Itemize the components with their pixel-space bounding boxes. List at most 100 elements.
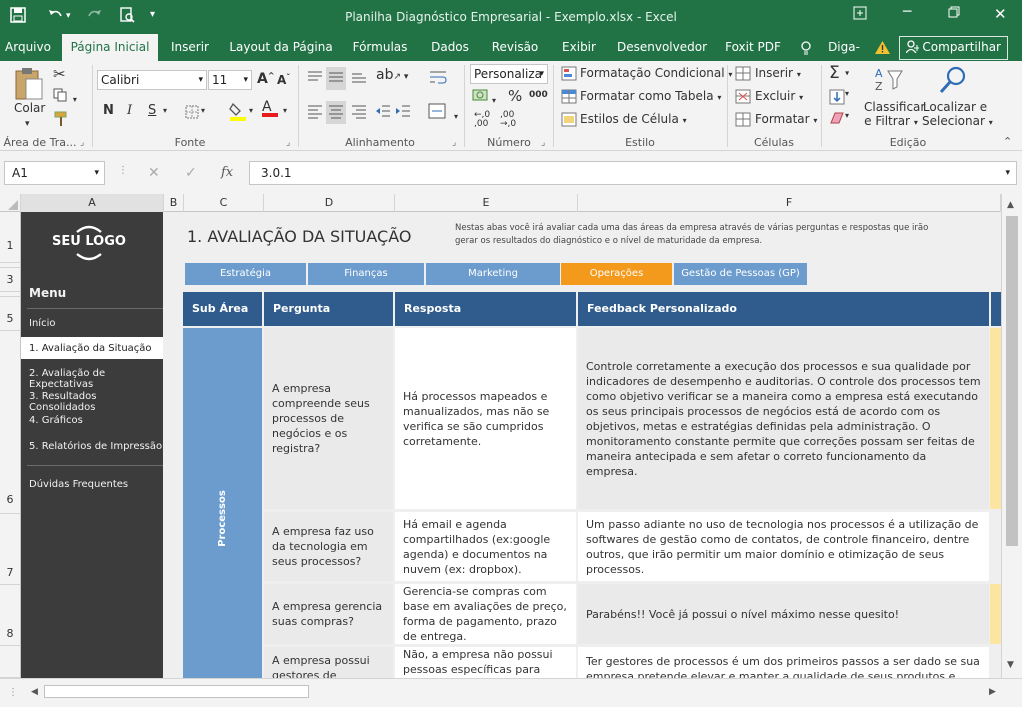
underline-dropdown-icon[interactable]: ▾: [163, 106, 167, 115]
tab-arquivo[interactable]: Arquivo: [0, 34, 56, 61]
column-header-c[interactable]: C: [184, 194, 264, 212]
column-header-a[interactable]: A: [21, 194, 164, 212]
tab-formulas[interactable]: Fórmulas: [346, 34, 414, 61]
row-header[interactable]: [0, 646, 21, 678]
select-all-corner[interactable]: [0, 194, 21, 212]
menu-item-avaliacao-situacao[interactable]: 1. Avaliação da Situação: [29, 343, 152, 354]
accounting-format-icon[interactable]: ▾: [472, 87, 496, 106]
row-header[interactable]: 5: [0, 297, 21, 331]
format-painter-icon[interactable]: [53, 111, 69, 130]
italic-button[interactable]: I: [127, 103, 132, 118]
font-launcher-icon[interactable]: ⌟: [286, 138, 290, 148]
sub-area-cell[interactable]: Processos: [183, 328, 262, 678]
cut-icon[interactable]: ✂: [53, 65, 66, 83]
vertical-scrollbar[interactable]: ▲ ▼: [1001, 194, 1022, 678]
scroll-left-icon[interactable]: ◀: [31, 687, 38, 697]
conditional-format-button[interactable]: Formatação Condicional ▾: [580, 66, 732, 80]
format-cells-icon[interactable]: [735, 112, 751, 130]
row-header[interactable]: 6: [0, 331, 21, 514]
find-select-icon[interactable]: [938, 65, 968, 98]
copy-icon[interactable]: ▾: [53, 88, 77, 105]
column-header-b[interactable]: B: [164, 194, 184, 212]
align-center-icon[interactable]: [326, 101, 346, 124]
number-format-select[interactable]: Personaliza ▾: [470, 64, 548, 84]
pergunta-cell[interactable]: A empresa gerencia suas compras?: [264, 584, 393, 644]
underline-button[interactable]: S: [148, 103, 156, 118]
conditional-format-icon[interactable]: [561, 66, 577, 84]
menu-item-graficos[interactable]: 4. Gráficos: [29, 415, 83, 426]
feedback-cell[interactable]: Ter gestores de processos é um dos prime…: [578, 647, 989, 678]
format-table-button[interactable]: Formatar como Tabela ▾: [580, 89, 721, 103]
orientation-icon[interactable]: ab↗ ▾: [376, 67, 408, 83]
percent-button[interactable]: %: [508, 87, 522, 105]
tab-marketing[interactable]: Marketing: [426, 263, 560, 285]
menu-item-inicio[interactable]: Início: [29, 318, 55, 329]
tab-dados[interactable]: Dados: [424, 34, 476, 61]
fill-icon[interactable]: ▾: [829, 89, 849, 108]
tab-financas[interactable]: Finanças: [308, 263, 424, 285]
expand-formula-icon[interactable]: ▾: [1005, 162, 1010, 185]
align-middle-icon[interactable]: [326, 67, 346, 90]
row-header[interactable]: 7: [0, 514, 21, 585]
align-top-icon[interactable]: [306, 69, 324, 88]
pergunta-cell[interactable]: A empresa compreende seus processos de n…: [264, 328, 393, 509]
thousands-button[interactable]: 000: [529, 90, 548, 100]
resposta-cell[interactable]: Há email e agenda compartilhados (ex:goo…: [395, 512, 576, 581]
font-color-icon[interactable]: A: [262, 99, 278, 117]
fill-color-icon[interactable]: [229, 101, 247, 124]
format-table-icon[interactable]: [561, 89, 577, 107]
tab-revisao[interactable]: Revisão: [486, 34, 544, 61]
find-select-button[interactable]: Localizar e Selecionar ▾: [922, 100, 993, 128]
name-box[interactable]: A1 ▾: [4, 161, 105, 185]
tab-exibir[interactable]: Exibir: [554, 34, 604, 61]
scroll-down-icon[interactable]: ▼: [1007, 660, 1014, 670]
drag-handle-icon[interactable]: ⋮: [118, 165, 128, 176]
shrink-font-icon[interactable]: Aˇ: [277, 73, 290, 87]
paste-icon[interactable]: [14, 67, 44, 104]
tell-me-search[interactable]: Diga-me...: [816, 34, 872, 80]
scroll-up-icon[interactable]: ▲: [1007, 200, 1014, 210]
decrease-decimal-icon[interactable]: ,00 →,0: [500, 111, 516, 129]
resposta-cell[interactable]: Há processos mapeados e manualizados, ma…: [395, 328, 576, 509]
share-button[interactable]: Compartilhar: [898, 36, 1008, 60]
tab-desenvolvedor[interactable]: Desenvolvedor: [613, 34, 711, 61]
collapse-ribbon-icon[interactable]: ⌃: [1003, 135, 1012, 148]
increase-indent-icon[interactable]: [394, 103, 412, 122]
format-cells-button[interactable]: Formatar ▾: [755, 112, 817, 126]
row-header[interactable]: 1: [0, 212, 21, 263]
sort-filter-button[interactable]: Classificar e Filtrar ▾: [864, 100, 925, 128]
sort-filter-icon[interactable]: AZ: [874, 65, 904, 98]
restore-icon[interactable]: [948, 6, 960, 22]
tab-operacoes[interactable]: Operações: [561, 263, 672, 285]
ribbon-display-icon[interactable]: [853, 6, 867, 24]
bold-button[interactable]: N: [103, 103, 114, 118]
horizontal-scroll-thumb[interactable]: [44, 685, 309, 698]
merge-center-icon[interactable]: ▾: [428, 103, 458, 122]
menu-item-relatorios[interactable]: 5. Relatórios de Impressão: [29, 441, 162, 452]
menu-item-avaliacao-expectativas[interactable]: 2. Avaliação de Expectativas: [29, 368, 163, 390]
horizontal-scrollbar[interactable]: ⋮ ◀ ▶: [0, 678, 1022, 707]
row-header[interactable]: 8: [0, 585, 21, 646]
tab-layout[interactable]: Layout da Página: [226, 34, 336, 61]
borders-dropdown-icon[interactable]: ▾: [201, 106, 205, 115]
cell-styles-button[interactable]: Estilos de Célula ▾: [580, 112, 687, 126]
clear-icon[interactable]: ▾: [829, 111, 849, 128]
menu-item-resultados[interactable]: 3. Resultados Consolidados: [29, 391, 163, 413]
font-color-dropdown-icon[interactable]: ▾: [283, 106, 287, 115]
menu-item-duvidas[interactable]: Dúvidas Frequentes: [29, 479, 128, 490]
wrap-text-icon[interactable]: [428, 69, 448, 88]
resposta-cell[interactable]: Gerencia-se compras com base em avaliaçõ…: [395, 584, 576, 644]
insert-cells-icon[interactable]: [735, 66, 751, 84]
column-header-d[interactable]: D: [264, 194, 395, 212]
logo[interactable]: SEU LOGO: [49, 220, 129, 264]
paste-dropdown-icon[interactable]: ▾: [25, 119, 30, 129]
scroll-right-icon[interactable]: ▶: [989, 687, 996, 697]
vertical-scroll-thumb[interactable]: [1006, 216, 1018, 546]
tab-estrategia[interactable]: Estratégia: [185, 263, 306, 285]
column-header-f[interactable]: F: [578, 194, 1001, 212]
align-bottom-icon[interactable]: [350, 69, 368, 88]
pergunta-cell[interactable]: A empresa possui gestores de: [264, 647, 393, 678]
align-left-icon[interactable]: [306, 103, 324, 122]
paste-label[interactable]: Colar: [14, 101, 45, 115]
delete-cells-icon[interactable]: [735, 89, 751, 107]
